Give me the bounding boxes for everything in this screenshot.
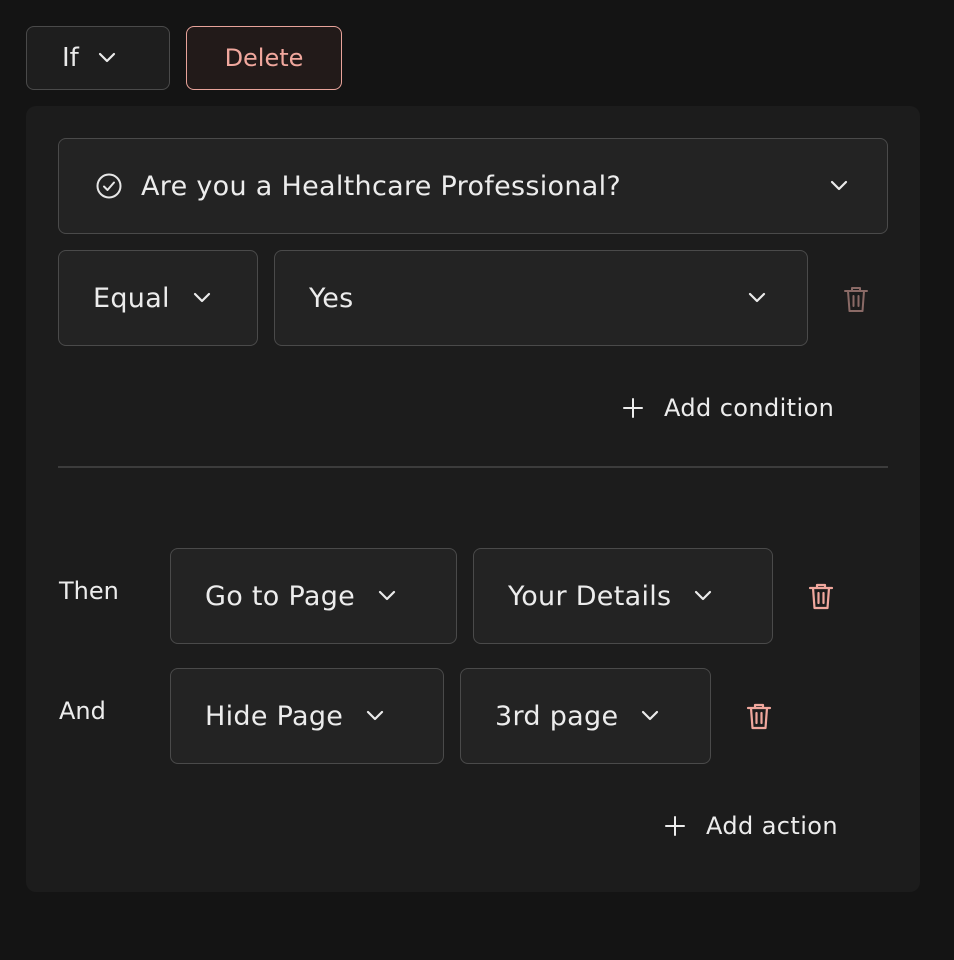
- question-label: Are you a Healthcare Professional?: [141, 170, 622, 202]
- add-condition-button[interactable]: Add condition: [622, 394, 834, 422]
- add-condition-label: Add condition: [664, 394, 835, 422]
- divider: [58, 466, 888, 468]
- if-label: If: [62, 43, 79, 73]
- delete-button[interactable]: Delete: [186, 26, 342, 90]
- delete-condition-trash-icon[interactable]: [842, 284, 870, 314]
- target-select-2[interactable]: 3rd page: [460, 668, 711, 764]
- chevron-down-icon: [748, 292, 766, 303]
- add-action-button[interactable]: Add action: [664, 812, 838, 840]
- delete-action-trash-icon[interactable]: [807, 581, 835, 611]
- question-select[interactable]: Are you a Healthcare Professional?: [58, 138, 888, 234]
- chevron-down-icon: [367, 710, 384, 721]
- operator-select[interactable]: Equal: [58, 250, 258, 346]
- action-label: Hide Page: [205, 700, 344, 732]
- target-label: 3rd page: [495, 700, 619, 732]
- plus-icon: [623, 398, 643, 418]
- chevron-down-icon: [695, 590, 712, 601]
- chevron-down-icon: [98, 52, 115, 63]
- and-label: And: [59, 697, 106, 725]
- action-select-2[interactable]: Hide Page: [170, 668, 444, 764]
- value-label: Yes: [309, 282, 354, 314]
- target-select-1[interactable]: Your Details: [473, 548, 773, 644]
- plus-icon: [665, 816, 685, 836]
- chevron-down-icon: [830, 180, 848, 191]
- then-label: Then: [59, 577, 119, 605]
- target-label: Your Details: [508, 580, 672, 612]
- check-circle-icon: [96, 173, 122, 199]
- value-select[interactable]: Yes: [274, 250, 808, 346]
- if-dropdown[interactable]: If: [26, 26, 170, 90]
- add-action-label: Add action: [706, 812, 838, 840]
- action-select-1[interactable]: Go to Page: [170, 548, 457, 644]
- chevron-down-icon: [193, 292, 210, 303]
- operator-label: Equal: [93, 282, 170, 314]
- chevron-down-icon: [642, 710, 659, 721]
- delete-action-trash-icon[interactable]: [745, 701, 773, 731]
- chevron-down-icon: [378, 590, 396, 601]
- action-label: Go to Page: [205, 580, 356, 612]
